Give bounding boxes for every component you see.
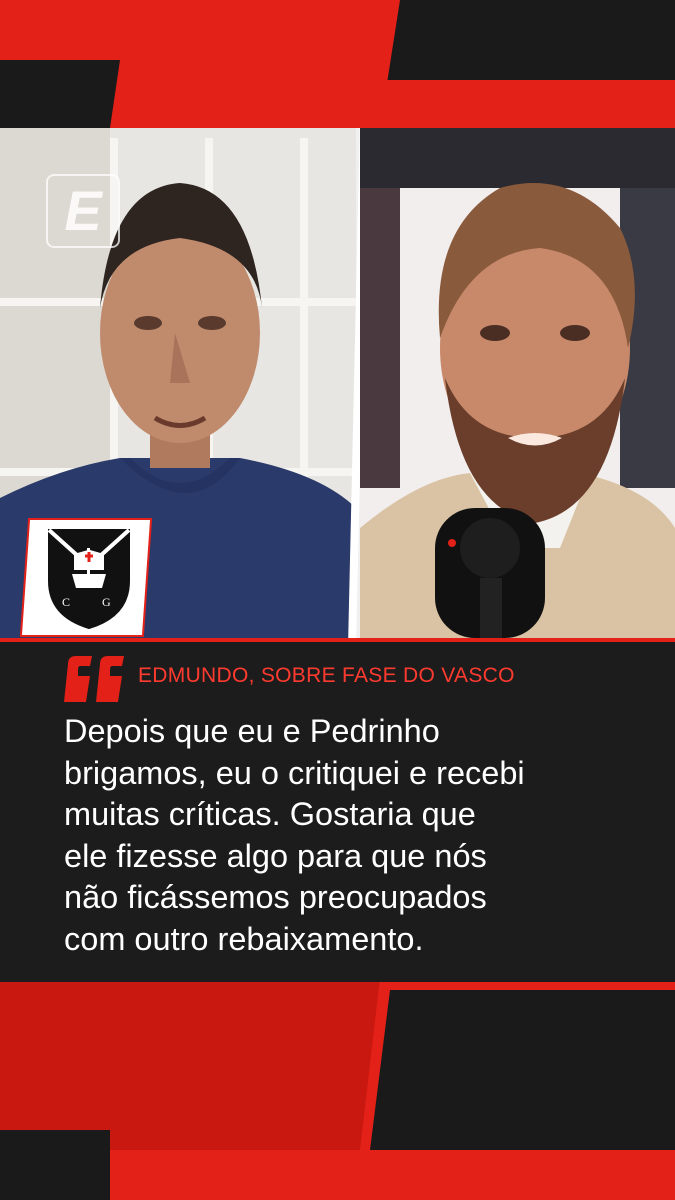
vasco-crest-icon: C G — [47, 528, 131, 630]
quote-text: Depois que eu e Pedrinho brigamos, eu o … — [64, 711, 624, 960]
quote-line: não ficássemos preocupados — [64, 879, 487, 915]
espn-logo: E — [46, 174, 120, 248]
quote-line: com outro rebaixamento. — [64, 920, 424, 957]
post-card: E C G EDMUNDO, SOBRE FASE DO VASCO Depoi… — [0, 0, 675, 1200]
svg-text:C: C — [62, 595, 70, 609]
svg-text:G: G — [102, 595, 111, 609]
quote-mark-icon — [64, 656, 124, 702]
quote-line: Depois que eu e Pedrinho — [64, 713, 440, 749]
photo-right-image — [360, 128, 675, 638]
quote-line: muitas críticas. Gostaria que — [64, 796, 476, 832]
espn-logo-letter: E — [64, 179, 102, 242]
quote-attribution: EDMUNDO, SOBRE FASE DO VASCO — [138, 664, 515, 687]
quote-line: brigamos, eu o critiquei e recebi — [64, 754, 525, 791]
photo-right-pedrinho — [360, 128, 675, 638]
quote-line: ele fizesse algo para que nós — [64, 837, 487, 874]
